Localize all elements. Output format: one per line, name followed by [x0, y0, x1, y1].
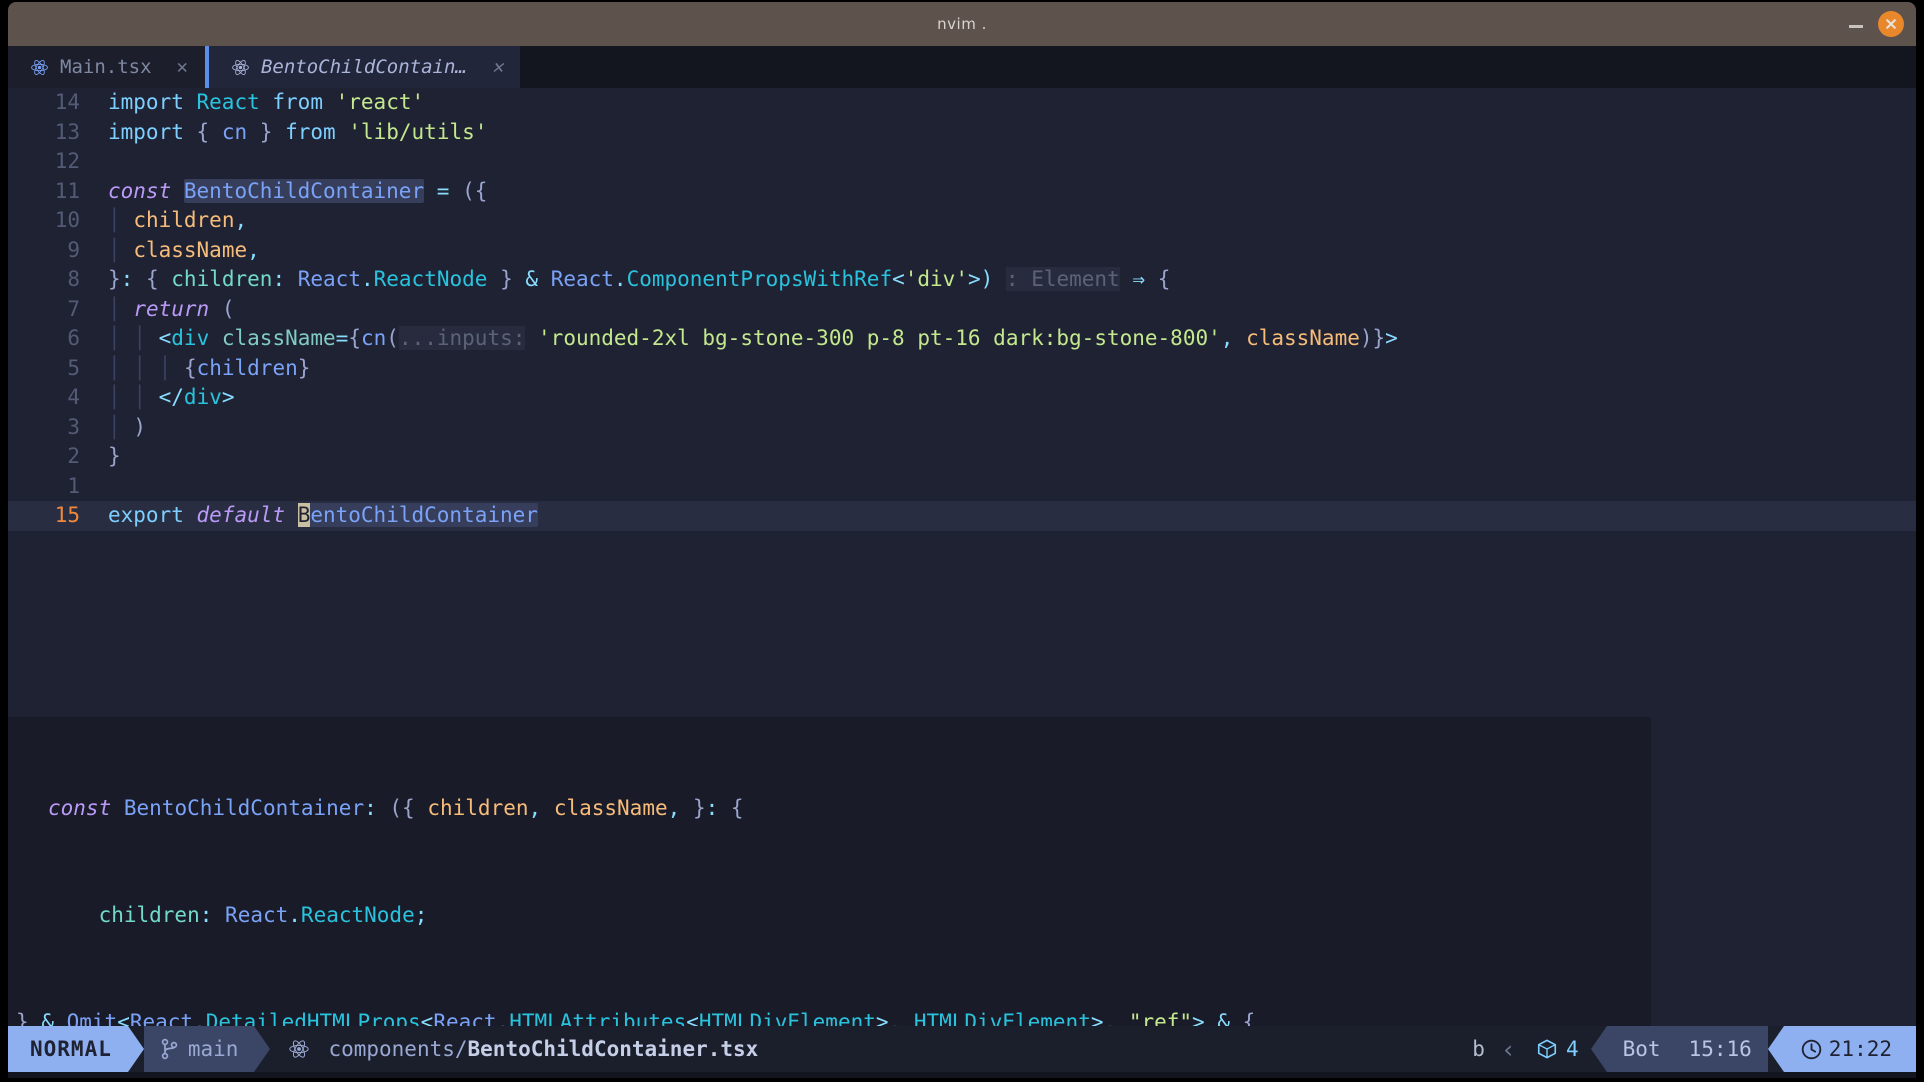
- statusline-right: b ‹ 4 Bot 15:16 21:22: [1456, 1026, 1916, 1072]
- code-content: }: [108, 444, 121, 468]
- code-content: }: { children: React.ReactNode } & React…: [108, 267, 1171, 291]
- close-button[interactable]: [1878, 11, 1904, 37]
- react-icon: [232, 59, 249, 75]
- line-number: 14: [54, 90, 80, 114]
- scroll-position: Bot: [1622, 1037, 1661, 1061]
- line-number: 7: [67, 296, 80, 321]
- popup-line: } & Omit<React.DetailedHTMLProps<React.H…: [16, 1010, 1256, 1026]
- minimize-button[interactable]: [1848, 16, 1864, 32]
- window-titlebar: nvim .: [8, 2, 1916, 46]
- code-content: │ className,: [108, 237, 260, 262]
- window-title: nvim .: [937, 15, 987, 33]
- code-line: 3 │ ): [8, 413, 1916, 443]
- status-diagnostics[interactable]: 4: [1522, 1026, 1591, 1072]
- code-line: 12: [8, 147, 1916, 177]
- code-line: 7 │ return (: [8, 295, 1916, 325]
- tab-label: BentoChildContain…: [260, 56, 467, 78]
- code-content: import { cn } from 'lib/utils': [108, 119, 488, 144]
- line-number: 8: [67, 267, 80, 291]
- react-icon: [31, 59, 48, 75]
- editor-buffer[interactable]: 14 import React from 'react' 13 import {…: [8, 88, 1916, 1026]
- line-number: 5: [67, 355, 80, 380]
- tab-bentochildcontainer-tsx[interactable]: BentoChildContain… ✕: [204, 46, 521, 88]
- line-number: 13: [54, 119, 80, 144]
- tab-close-button[interactable]: ✕: [163, 56, 188, 78]
- line-number: 1: [67, 473, 80, 498]
- cursor-position: 15:16: [1688, 1037, 1752, 1061]
- code-content: │ │ </div>: [108, 385, 235, 409]
- status-buffer-flag: b: [1472, 1037, 1485, 1061]
- code-line: 14 import React from 'react': [8, 88, 1916, 118]
- code-content: │ children,: [108, 208, 248, 232]
- code-content: import React from 'react': [108, 90, 425, 114]
- code-line: 11 const BentoChildContainer = ({: [8, 177, 1916, 207]
- code-line: 6 │ │ <div className={cn(...inputs: 'rou…: [8, 324, 1916, 354]
- clock-icon: [1801, 1039, 1822, 1059]
- statusline: NORMAL main components/BentoChildContain…: [8, 1026, 1916, 1072]
- time-separator-arrow: [1767, 1026, 1784, 1072]
- file-dir: components/: [328, 1037, 468, 1061]
- position-separator-arrow: [1590, 1026, 1607, 1072]
- lsp-hover-popup: const BentoChildContainer: ({ children, …: [8, 717, 1651, 1026]
- code-content: │ ): [108, 414, 146, 439]
- cube-icon: [1537, 1039, 1557, 1059]
- line-number: 12: [54, 149, 80, 173]
- tab-main-tsx[interactable]: Main.tsx ✕: [8, 46, 205, 88]
- file-name: BentoChildContainer.tsx: [467, 1037, 759, 1061]
- code-line: 10 │ children,: [8, 206, 1916, 236]
- line-number: 2: [67, 444, 80, 468]
- branch-label: main: [187, 1037, 239, 1061]
- code-content: │ │ <div className={cn(...inputs: 'round…: [108, 326, 1398, 350]
- line-number: 9: [67, 237, 80, 262]
- status-mode: NORMAL: [8, 1026, 128, 1072]
- tab-label: Main.tsx: [60, 56, 152, 78]
- code-line: 4 │ │ </div>: [8, 383, 1916, 413]
- code-line: 1: [8, 472, 1916, 502]
- line-number: 4: [67, 385, 80, 409]
- code-content: │ │ │ {children}: [108, 355, 311, 380]
- code-content: const BentoChildContainer = ({: [108, 178, 488, 203]
- diagnostic-count: 4: [1565, 1037, 1579, 1061]
- nvim-window: nvim . Main.tsx ✕ BentoChildContain… ✕ 1…: [8, 2, 1916, 1078]
- code-line: 13 import { cn } from 'lib/utils': [8, 118, 1916, 148]
- status-position: Bot 15:16: [1606, 1026, 1768, 1072]
- line-number: 3: [67, 414, 80, 439]
- code-line: 2 }: [8, 442, 1916, 472]
- chevron-left-icon: ‹: [1500, 1034, 1516, 1064]
- time-label: 21:22: [1828, 1037, 1892, 1061]
- status-clock: 21:22: [1783, 1026, 1916, 1072]
- git-branch-icon: [161, 1038, 178, 1060]
- status-file: components/BentoChildContainer.tsx: [270, 1026, 774, 1072]
- window-controls: [1848, 2, 1904, 46]
- mode-separator-arrow: [127, 1026, 144, 1072]
- code-content: │ return (: [108, 296, 235, 321]
- line-number-cursor: 15: [54, 503, 80, 527]
- code-line: 5 │ │ │ {children}: [8, 354, 1916, 384]
- line-number: 10: [54, 208, 80, 232]
- statusline-left: NORMAL main components/BentoChildContain…: [8, 1026, 774, 1072]
- line-number: 11: [54, 178, 80, 203]
- react-icon: [289, 1040, 310, 1058]
- tabline: Main.tsx ✕ BentoChildContain… ✕: [8, 46, 1916, 88]
- branch-separator-arrow: [254, 1026, 271, 1072]
- close-icon: [1886, 19, 1896, 29]
- tab-close-button[interactable]: ✕: [478, 56, 503, 78]
- code-content: export default BentoChildContainer: [108, 503, 538, 527]
- bottom-filler: [8, 1072, 1916, 1078]
- popup-line: const BentoChildContainer: ({ children, …: [48, 795, 744, 820]
- popup-line: children: React.ReactNode;: [98, 902, 428, 927]
- code-line: 8 }: { children: React.ReactNode } & Rea…: [8, 265, 1916, 295]
- code-line: 9 │ className,: [8, 236, 1916, 266]
- code-line-cursor: 15 export default BentoChildContainer: [8, 501, 1916, 531]
- status-git-branch[interactable]: main: [143, 1026, 255, 1072]
- line-number: 6: [67, 326, 80, 350]
